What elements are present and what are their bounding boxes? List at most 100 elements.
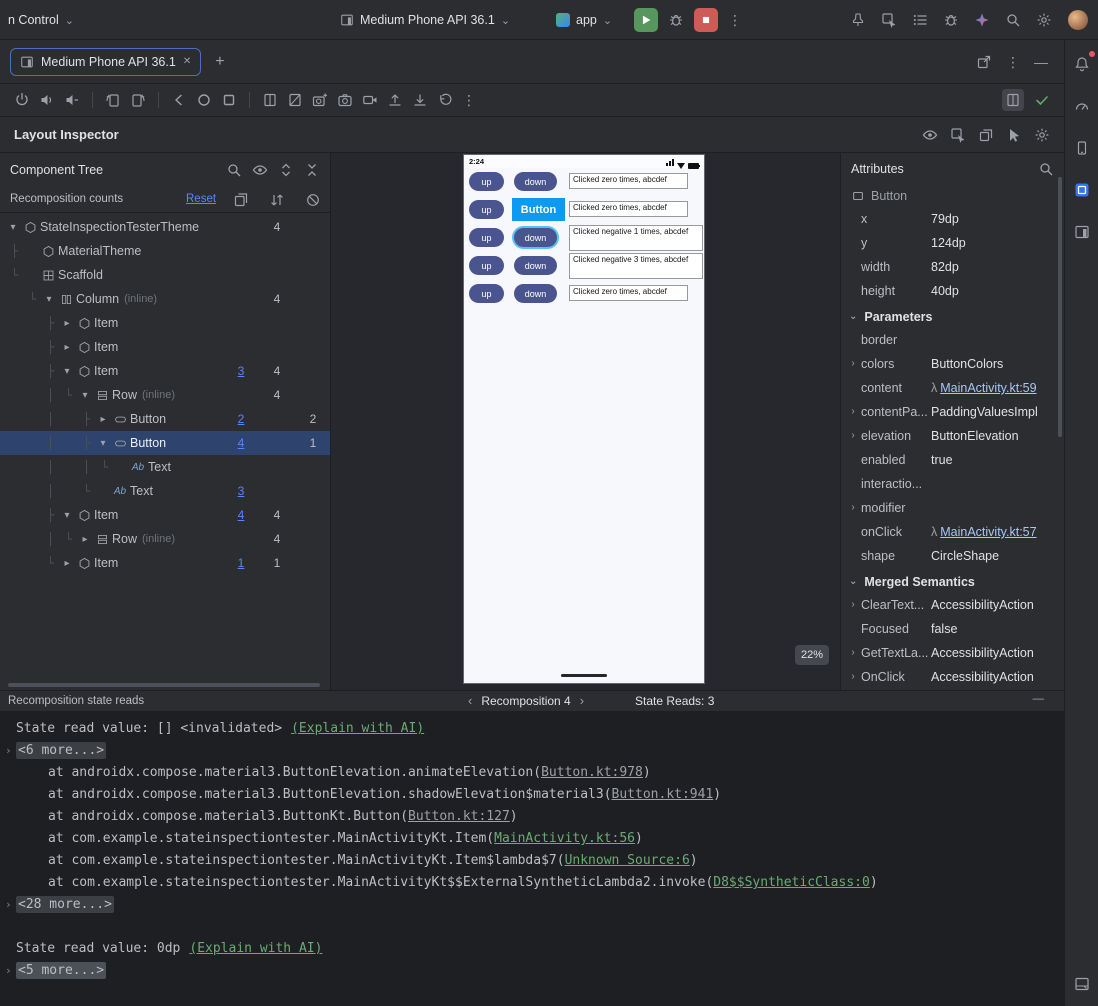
attribute-row-shape[interactable]: shape CircleShape — [841, 545, 1064, 569]
tree-visibility-icon[interactable] — [252, 162, 268, 178]
posture-icon[interactable] — [287, 92, 303, 108]
chevron-right-icon[interactable]: › — [847, 430, 859, 441]
tree-node-button[interactable]: │ ├ ▸ Button 2 2 — [0, 407, 330, 431]
chevron-down-icon[interactable]: ▾ — [78, 390, 92, 401]
explain-with-ai-link[interactable]: (Explain with AI) — [291, 721, 424, 736]
source-location-link[interactable]: MainActivity.kt:59 — [940, 381, 1036, 395]
expand-all-icon[interactable] — [278, 162, 294, 178]
skipped-counts-icon[interactable] — [305, 192, 321, 208]
recomposition-count-link[interactable]: 3 — [232, 364, 250, 378]
tree-node-text[interactable]: │ └ Ab Text 3 — [0, 479, 330, 503]
home-icon[interactable] — [196, 92, 212, 108]
run-configuration-selector[interactable]: app ⌄ — [556, 0, 612, 40]
attribute-row-content[interactable]: content λ MainActivity.kt:59 — [841, 377, 1064, 401]
emulator-more-icon[interactable]: ⋮ — [462, 93, 476, 107]
collapsed-frames[interactable]: <5 more...> — [16, 962, 107, 979]
chevron-right-icon[interactable]: ▸ — [96, 414, 110, 425]
expand-frames-icon[interactable]: › — [5, 740, 12, 762]
highlight-recompositions-icon[interactable] — [269, 192, 285, 208]
code-with-me-icon[interactable] — [881, 12, 897, 28]
screenshot-icon[interactable] — [312, 92, 328, 108]
section-header-merged-semantics[interactable]: ⌄ Merged Semantics — [841, 569, 1064, 594]
close-tab-icon[interactable]: ✕ — [183, 56, 191, 67]
back-icon[interactable] — [171, 92, 187, 108]
stack-frame-source-link[interactable]: Button.kt:127 — [408, 809, 510, 824]
recomposition-count-link[interactable]: 4 — [232, 508, 250, 522]
volume-up-icon[interactable] — [39, 92, 55, 108]
device-up-button[interactable]: up — [469, 284, 504, 303]
window-layout-button[interactable] — [1070, 972, 1094, 996]
attribute-row-height[interactable]: height 40dp — [841, 280, 1064, 304]
expand-frames-icon[interactable]: › — [5, 960, 12, 982]
chevron-down-icon[interactable]: ▾ — [60, 366, 74, 377]
download-icon[interactable] — [412, 92, 428, 108]
stack-frame-source-link[interactable]: Unknown Source:6 — [565, 853, 690, 868]
chevron-right-icon[interactable]: ▸ — [60, 342, 74, 353]
attribute-row-onclick[interactable]: › OnClick AccessibilityAction — [841, 666, 1064, 690]
tree-node-column[interactable]: └ ▾ Column (inline) 4 — [0, 287, 330, 311]
chevron-down-icon[interactable]: ▾ — [96, 438, 110, 449]
previous-recomposition-icon[interactable]: ‹ — [468, 693, 472, 708]
copy-counts-icon[interactable] — [233, 192, 249, 208]
tree-node-item[interactable]: └ ▸ Item 1 1 — [0, 551, 330, 575]
tree-node-row[interactable]: │ └ ▸ Row (inline) 4 — [0, 527, 330, 551]
stack-frame-source-link[interactable]: Button.kt:941 — [612, 787, 714, 802]
run-button[interactable] — [634, 8, 658, 32]
recomposition-count-link[interactable]: 3 — [232, 484, 250, 498]
tree-horizontal-scrollbar[interactable] — [8, 683, 320, 687]
device-manager-button[interactable] — [1070, 220, 1094, 244]
device-screen[interactable]: 2:24 updownClicked zero times, abcdefupd… — [463, 154, 705, 684]
tree-node-materialtheme[interactable]: ├ MaterialTheme — [0, 239, 330, 263]
tab-options-icon[interactable]: ⋮ — [1006, 55, 1020, 69]
upload-icon[interactable] — [387, 92, 403, 108]
section-header-parameters[interactable]: ⌄ Parameters — [841, 304, 1064, 329]
tree-node-item[interactable]: ├ ▸ Item — [0, 335, 330, 359]
structure-icon[interactable] — [912, 12, 928, 28]
new-tab-icon[interactable]: + — [211, 53, 228, 71]
next-recomposition-icon[interactable]: › — [580, 693, 584, 708]
attribute-row-elevation[interactable]: › elevation ButtonElevation — [841, 425, 1064, 449]
chevron-down-icon[interactable]: ▾ — [42, 294, 56, 305]
device-up-button[interactable]: up — [469, 200, 504, 219]
device-selector[interactable]: Medium Phone API 36.1 ⌄ — [340, 0, 510, 40]
attribute-row-cleartext[interactable]: › ClearText... AccessibilityAction — [841, 594, 1064, 618]
stop-button[interactable] — [694, 8, 718, 32]
tree-node-button[interactable]: │ ├ ▾ Button 4 1 — [0, 431, 330, 455]
chevron-right-icon[interactable]: › — [847, 671, 859, 682]
more-actions-icon[interactable]: ⋮ — [728, 13, 742, 27]
tab-medium-phone[interactable]: Medium Phone API 36.1 ✕ — [10, 47, 202, 76]
hide-panel-icon[interactable]: — — [1034, 55, 1048, 69]
device-down-button[interactable]: down — [514, 284, 557, 303]
collapsed-frames[interactable]: <28 more...> — [16, 896, 114, 913]
collapsed-frames[interactable]: <6 more...> — [16, 742, 107, 759]
attribute-row-onclick[interactable]: onClick λ MainActivity.kt:57 — [841, 521, 1064, 545]
rotate-left-icon[interactable] — [105, 92, 121, 108]
chevron-right-icon[interactable]: › — [847, 647, 859, 658]
explain-with-ai-link[interactable]: (Explain with AI) — [189, 941, 322, 956]
chevron-right-icon[interactable]: › — [847, 358, 859, 369]
device-down-button[interactable]: down — [514, 228, 557, 247]
attribute-row-focused[interactable]: Focused false — [841, 618, 1064, 642]
attribute-value[interactable]: λ MainActivity.kt:57 — [931, 525, 1037, 539]
collapse-all-icon[interactable] — [304, 162, 320, 178]
select-element-icon[interactable] — [1006, 127, 1022, 143]
attribute-value[interactable]: λ MainActivity.kt:59 — [931, 381, 1037, 395]
device-down-button[interactable]: down — [514, 172, 557, 191]
attribute-row-gettextla[interactable]: › GetTextLa... AccessibilityAction — [841, 642, 1064, 666]
tree-node-row[interactable]: │ └ ▾ Row (inline) 4 — [0, 383, 330, 407]
stack-frame-source-link[interactable]: Button.kt:978 — [541, 765, 643, 780]
recomposition-count-link[interactable]: 1 — [232, 556, 250, 570]
attribute-row-contentpa[interactable]: › contentPa... PaddingValuesImpl — [841, 401, 1064, 425]
attributes-scrollbar[interactable] — [1058, 177, 1062, 437]
inspector-settings-icon[interactable] — [1034, 127, 1050, 143]
device-down-button[interactable]: down — [514, 256, 557, 275]
attribute-row-enabled[interactable]: enabled true — [841, 449, 1064, 473]
recomposition-count-link[interactable]: 2 — [232, 412, 250, 426]
selected-component-row[interactable]: Button — [841, 184, 1064, 208]
chevron-right-icon[interactable]: ▸ — [60, 558, 74, 569]
open-in-new-window-icon[interactable] — [976, 54, 992, 70]
tree-node-scaffold[interactable]: └ Scaffold — [0, 263, 330, 287]
user-avatar[interactable] — [1068, 10, 1088, 30]
attributes-search-icon[interactable] — [1038, 161, 1054, 177]
stack-frame-source-link[interactable]: MainActivity.kt:56 — [494, 831, 635, 846]
